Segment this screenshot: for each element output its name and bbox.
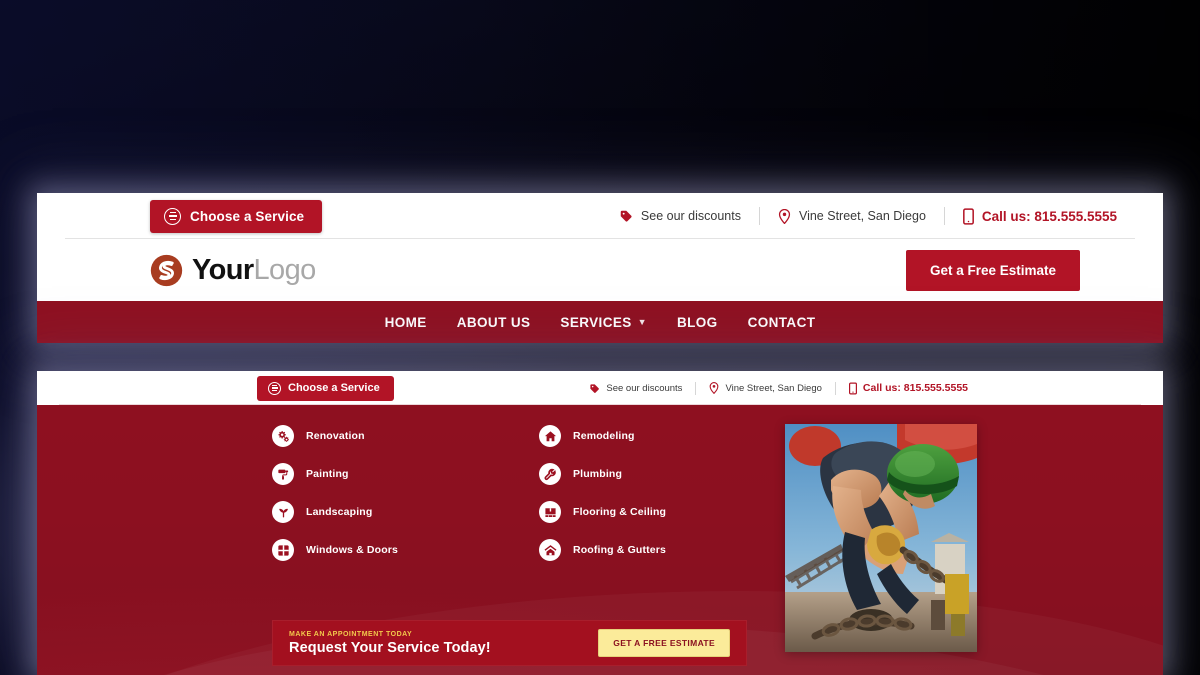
service-item-windows-doors[interactable]: Windows & Doors bbox=[272, 539, 507, 561]
service-item-roofing-gutters[interactable]: Roofing & Gutters bbox=[539, 539, 774, 561]
service-list-icon bbox=[164, 207, 181, 225]
choose-a-service-button[interactable]: Choose a Service bbox=[150, 199, 323, 233]
worker-photo bbox=[785, 424, 977, 652]
map-pin-icon bbox=[709, 382, 719, 395]
appointment-title: Request Your Service Today! bbox=[289, 639, 491, 656]
discounts-label: See our discounts bbox=[606, 382, 683, 394]
service-label: Roofing & Gutters bbox=[573, 544, 666, 556]
leaf-icon bbox=[272, 501, 294, 523]
service-item-painting[interactable]: Painting bbox=[272, 463, 507, 485]
nav-item-services[interactable]: SERVICES ▼ bbox=[560, 315, 647, 330]
discounts-label: See our discounts bbox=[640, 209, 741, 223]
location-link[interactable]: Vine Street, San Diego bbox=[760, 208, 944, 224]
service-label: Renovation bbox=[306, 430, 365, 442]
service-item-landscaping[interactable]: Landscaping bbox=[272, 501, 507, 523]
paint-roller-icon bbox=[272, 463, 294, 485]
appointment-kicker: MAKE AN APPOINTMENT TODAY bbox=[289, 630, 413, 638]
logo-bar: YourLogo Get a Free Estimate bbox=[37, 239, 1163, 301]
site-logo[interactable]: YourLogo bbox=[150, 254, 316, 287]
service-item-plumbing[interactable]: Plumbing bbox=[539, 463, 774, 485]
phone-label: Call us: 815.555.5555 bbox=[981, 208, 1117, 224]
phone-link[interactable]: Call us: 815.555.5555 bbox=[945, 207, 1135, 225]
logo-bold-text: Your bbox=[192, 253, 254, 286]
services-megamenu-panel: Choose a Service See our discounts Vine … bbox=[37, 371, 1163, 675]
top-utility-bar: Choose a Service See our discounts Vine … bbox=[37, 193, 1163, 239]
service-label: Landscaping bbox=[306, 506, 373, 518]
nav-label: HOME bbox=[384, 314, 427, 330]
window-grid-icon bbox=[272, 539, 294, 561]
service-label: Plumbing bbox=[573, 468, 623, 480]
services-column-left: Renovation Painting Landscaping Windows … bbox=[272, 425, 507, 561]
nav-label: ABOUT US bbox=[456, 314, 531, 330]
location-label: Vine Street, San Diego bbox=[725, 382, 822, 394]
service-item-renovation[interactable]: Renovation bbox=[272, 425, 507, 447]
nav-item-home[interactable]: HOME bbox=[385, 315, 427, 330]
bottom-utility-bar: Choose a Service See our discounts Vine … bbox=[37, 371, 1163, 405]
service-label: Painting bbox=[306, 468, 349, 480]
discounts-link-bottom[interactable]: See our discounts bbox=[576, 383, 695, 394]
discounts-link[interactable]: See our discounts bbox=[601, 209, 759, 223]
utility-contact-group-bottom: See our discounts Vine Street, San Diego… bbox=[576, 381, 981, 395]
nav-item-contact[interactable]: CONTACT bbox=[748, 315, 816, 330]
chevron-down-icon: ▼ bbox=[637, 316, 647, 327]
choose-a-service-label: Choose a Service bbox=[190, 208, 305, 224]
wrench-icon bbox=[539, 463, 561, 485]
get-free-estimate-button[interactable]: Get a Free Estimate bbox=[905, 249, 1080, 291]
phone-link-bottom[interactable]: Call us: 815.555.5555 bbox=[836, 382, 981, 395]
logo-wordmark: YourLogo bbox=[192, 254, 316, 287]
roof-house-icon bbox=[539, 539, 561, 561]
mobile-phone-icon bbox=[848, 382, 857, 395]
phone-label: Call us: 815.555.5555 bbox=[862, 382, 968, 394]
nav-label: SERVICES bbox=[560, 314, 632, 330]
services-column-right: Remodeling Plumbing Flooring & Ceiling R… bbox=[539, 425, 774, 561]
price-tag-icon bbox=[589, 383, 600, 394]
location-label: Vine Street, San Diego bbox=[798, 209, 926, 223]
service-label: Remodeling bbox=[573, 430, 635, 442]
appointment-banner: MAKE AN APPOINTMENT TODAY Request Your S… bbox=[272, 620, 747, 666]
utility-contact-group: See our discounts Vine Street, San Diego… bbox=[601, 207, 1135, 225]
website-header-panel: Choose a Service See our discounts Vine … bbox=[37, 193, 1163, 343]
services-hero: Renovation Painting Landscaping Windows … bbox=[37, 405, 1163, 675]
nav-item-blog[interactable]: BLOG bbox=[677, 315, 718, 330]
choose-a-service-label: Choose a Service bbox=[288, 382, 380, 394]
house-icon bbox=[539, 425, 561, 447]
gears-icon bbox=[272, 425, 294, 447]
logo-light-text: Logo bbox=[253, 253, 317, 286]
logo-swirl-icon bbox=[150, 254, 183, 287]
appointment-estimate-button[interactable]: GET A FREE ESTIMATE bbox=[598, 629, 730, 657]
nav-label: CONTACT bbox=[747, 314, 816, 330]
appointment-text-group: MAKE AN APPOINTMENT TODAY Request Your S… bbox=[289, 631, 491, 656]
main-navigation: HOME ABOUT US SERVICES ▼ BLOG CONTACT bbox=[37, 301, 1163, 343]
map-pin-icon bbox=[778, 208, 791, 224]
service-label: Flooring & Ceiling bbox=[573, 506, 667, 518]
service-label: Windows & Doors bbox=[306, 544, 398, 556]
mobile-phone-icon bbox=[962, 207, 974, 225]
price-tag-icon bbox=[619, 209, 633, 223]
service-item-remodeling[interactable]: Remodeling bbox=[539, 425, 774, 447]
nav-label: BLOG bbox=[676, 314, 718, 330]
nav-item-about-us[interactable]: ABOUT US bbox=[457, 315, 531, 330]
floor-tile-icon bbox=[539, 501, 561, 523]
choose-a-service-button-bottom[interactable]: Choose a Service bbox=[257, 375, 394, 401]
services-columns: Renovation Painting Landscaping Windows … bbox=[272, 425, 774, 561]
service-list-icon bbox=[268, 381, 281, 395]
service-item-flooring-ceiling[interactable]: Flooring & Ceiling bbox=[539, 501, 774, 523]
location-link-bottom[interactable]: Vine Street, San Diego bbox=[696, 382, 834, 395]
